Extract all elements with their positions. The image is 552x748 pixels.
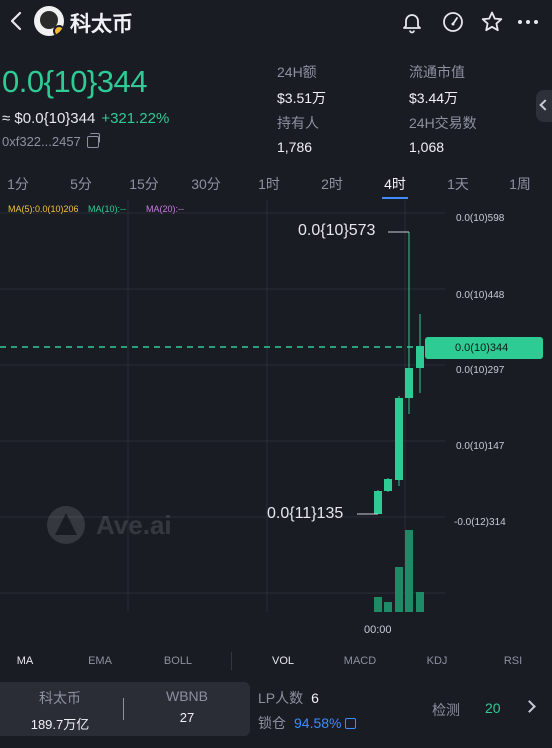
candle <box>416 346 424 368</box>
usd-price: ≈ $0.0{10}344 <box>2 110 96 127</box>
pool-base-col: WBNB 27 <box>127 688 247 725</box>
indicator-divider <box>231 652 232 670</box>
stat-volume-24h: 24H额 $3.51万 <box>277 62 326 108</box>
tab-1w[interactable]: 1周 <box>498 174 542 194</box>
copy-icon[interactable] <box>86 132 100 148</box>
pool-token-value: 189.7万亿 <box>30 717 90 732</box>
top-bar: 科太币 <box>0 0 552 44</box>
price-axis-label: -0.0(12)314 <box>454 517 506 528</box>
candles <box>374 232 424 514</box>
current-price-tag: 0.0(10)344 <box>425 337 543 359</box>
price-axis-label: 0.0(10)297 <box>456 365 505 376</box>
token-logo <box>34 6 64 36</box>
star-icon[interactable] <box>480 10 504 34</box>
pool-separator <box>123 698 124 720</box>
tab-5m[interactable]: 5分 <box>59 174 103 194</box>
candle <box>405 368 413 398</box>
tab-30m[interactable]: 30分 <box>184 174 228 194</box>
lp-holders: LP人数 6 <box>258 688 319 708</box>
pool-token-col: 科太币 189.7万亿 <box>0 688 120 733</box>
price-chart[interactable] <box>0 200 552 640</box>
indicator-macd[interactable]: MACD <box>335 655 385 667</box>
volume-bar <box>374 597 382 612</box>
lp-locked[interactable]: 锁仓 94.58% <box>258 713 357 733</box>
security-check-label[interactable]: 检测 <box>432 700 460 720</box>
lp-holders-value: 6 <box>311 690 319 706</box>
candle <box>384 479 392 491</box>
lp-locked-label: 锁仓 <box>258 715 286 731</box>
indicator-kdj[interactable]: KDJ <box>412 655 462 667</box>
side-panel-toggle[interactable] <box>536 90 552 122</box>
indicator-ema[interactable]: EMA <box>75 655 125 667</box>
price-axis-label: 0.0(10)448 <box>456 290 505 301</box>
high-annotation: 0.0{10}573 <box>298 222 376 239</box>
tab-15m[interactable]: 15分 <box>122 174 166 194</box>
chevron-right-icon[interactable] <box>523 700 536 713</box>
bell-icon[interactable] <box>400 10 424 34</box>
active-tab-indicator <box>382 197 408 199</box>
ave-watermark: Ave.ai <box>46 505 172 545</box>
usd-price-line: ≈ $0.0{10}344 +321.22% <box>2 110 169 127</box>
ave-logo-icon <box>47 506 85 544</box>
token-name: 科太币 <box>70 13 133 36</box>
stat-market-cap: 流通市值 $3.44万 <box>409 62 465 108</box>
ma20-legend: MA(20):-- <box>146 204 184 214</box>
stat-value: $3.44万 <box>409 90 459 106</box>
price-change: +321.22% <box>101 110 170 127</box>
pool-base-label: WBNB <box>166 688 208 704</box>
gauge-icon[interactable] <box>441 10 465 34</box>
watermark-text: Ave.ai <box>96 509 172 540</box>
price-axis-label: 0.0(10)598 <box>456 213 505 224</box>
candle <box>395 398 403 480</box>
time-axis-label: 00:00 <box>364 624 392 636</box>
tab-1d[interactable]: 1天 <box>436 174 480 194</box>
lp-locked-value: 94.58% <box>294 715 342 731</box>
price-axis-label: 0.0(10)147 <box>456 441 505 452</box>
indicator-ma[interactable]: MA <box>0 655 50 667</box>
pool-base-value: 27 <box>179 710 195 725</box>
timeframe-bar: 1分 5分 15分 30分 1时 2时 4时 1天 1周 <box>0 164 552 200</box>
stat-tx-24h: 24H交易数 1,068 <box>409 113 477 155</box>
candle <box>374 491 382 514</box>
stat-label: 流通市值 <box>409 64 465 80</box>
indicator-bar: MA EMA BOLL VOL MACD KDJ RSI <box>0 650 552 674</box>
tab-4h[interactable]: 4时 <box>373 174 417 194</box>
tab-1m[interactable]: 1分 <box>0 174 40 194</box>
contract-address-text: 0xf322...2457 <box>2 134 81 149</box>
back-arrow-icon[interactable] <box>6 8 28 34</box>
indicator-boll[interactable]: BOLL <box>153 655 203 667</box>
volume-bar <box>384 602 392 612</box>
current-price: 0.0{10}344 <box>2 64 148 99</box>
stat-label: 持有人 <box>277 115 319 131</box>
volume-bar <box>416 592 424 612</box>
volume-bar <box>395 567 403 612</box>
security-check-count: 20 <box>485 700 501 716</box>
stat-label: 24H额 <box>277 64 317 80</box>
chart-grid <box>0 200 445 612</box>
external-link-icon[interactable] <box>345 718 357 729</box>
bnb-chain-badge-icon <box>53 25 64 36</box>
ma10-legend: MA(10):-- <box>88 204 126 214</box>
stat-label: 24H交易数 <box>409 115 477 131</box>
stat-value: $3.51万 <box>277 90 327 106</box>
indicator-vol[interactable]: VOL <box>258 655 308 667</box>
lp-holders-label: LP人数 <box>258 690 304 706</box>
pool-token-label: 科太币 <box>39 690 81 706</box>
indicator-rsi[interactable]: RSI <box>488 655 538 667</box>
contract-address[interactable]: 0xf322...2457 <box>2 132 100 149</box>
volume-bar <box>405 530 413 612</box>
stat-value: 1,786 <box>277 139 313 155</box>
ma5-legend: MA(5):0.0(10)206 <box>8 204 79 214</box>
more-icon[interactable] <box>516 10 540 34</box>
tab-2h[interactable]: 2时 <box>310 174 354 194</box>
stat-holders: 持有人 1,786 <box>277 113 319 155</box>
stat-value: 1,068 <box>409 139 445 155</box>
tab-1h[interactable]: 1时 <box>247 174 291 194</box>
low-annotation: 0.0{11}135 <box>267 505 344 522</box>
liquidity-pool-card[interactable]: 科太币 189.7万亿 WBNB 27 <box>0 682 250 736</box>
